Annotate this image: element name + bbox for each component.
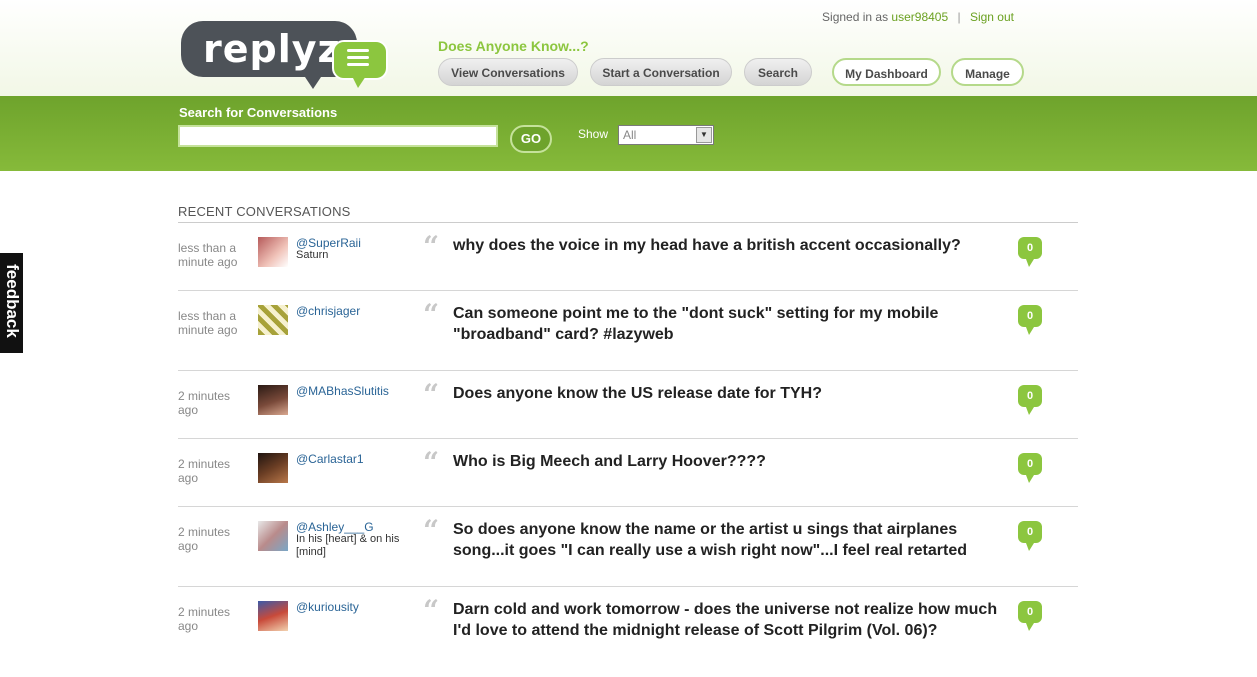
conversation-text[interactable]: So does anyone know the name or the arti… [453,519,998,561]
logo-text: replyz [203,27,341,71]
chevron-down-icon[interactable]: ▼ [696,127,712,143]
avatar[interactable] [258,385,288,415]
tagline: Does Anyone Know...? [438,38,589,54]
avatar[interactable] [258,601,288,631]
reply-count-tail [1026,475,1034,483]
avatar[interactable] [258,305,288,335]
conversation-text[interactable]: Can someone point me to the "dont suck" … [453,303,998,345]
user-link[interactable]: @chrisjager [296,304,360,318]
account-bar: Signed in as user98405 | Sign out [822,10,1014,24]
timestamp: 2 minutes ago [178,605,231,633]
site-header: replyz Signed in as user98405 | Sign out… [0,0,1257,96]
feedback-tab[interactable]: feedback [0,253,23,353]
go-button[interactable]: GO [510,125,552,153]
conversation-text[interactable]: Darn cold and work tomorrow - does the u… [453,599,998,641]
conversation-row[interactable]: 2 minutes ago @MABhasSlutitis “ Does any… [178,371,1078,439]
quote-icon: “ [423,514,440,547]
user-link[interactable]: @Carlastar1 [296,452,364,466]
logo-chat-icon-tail [352,76,366,88]
timestamp: 2 minutes ago [178,389,231,417]
show-label: Show [578,127,609,141]
conversation-row[interactable]: less than a minute ago @chrisjager “ Can… [178,291,1078,371]
reply-count-badge[interactable]: 0 [1018,521,1042,543]
user-link[interactable]: @Ashley___G [296,520,374,534]
signed-in-label: Signed in as [822,10,889,24]
conversation-text[interactable]: why does the voice in my head have a bri… [453,235,998,256]
my-dashboard-button[interactable]: My Dashboard [832,58,941,86]
search-label: Search for Conversations [179,105,338,120]
reply-count-tail [1026,623,1034,631]
conversation-row[interactable]: 2 minutes ago @Ashley___G In his [heart]… [178,507,1078,587]
timestamp: 2 minutes ago [178,457,231,485]
username-link[interactable]: user98405 [891,10,948,24]
sign-out-link[interactable]: Sign out [970,10,1014,24]
user-link[interactable]: @SuperRaii [296,236,361,250]
timestamp: less than a minute ago [178,309,238,337]
start-conversation-button[interactable]: Start a Conversation [590,58,732,86]
timestamp: 2 minutes ago [178,525,231,553]
user-location: In his [heart] & on his [mind] [296,533,400,558]
user-location: Saturn [296,249,329,261]
user-link[interactable]: @MABhasSlutitis [296,384,389,398]
section-title: RECENT CONVERSATIONS [178,204,351,219]
conversation-row[interactable]: less than a minute ago @SuperRaii Saturn… [178,223,1078,291]
reply-count-badge[interactable]: 0 [1018,237,1042,259]
separator: | [957,10,961,24]
logo-lines-icon [347,49,369,70]
quote-icon: “ [423,446,440,479]
show-select[interactable]: All ▼ [618,125,714,145]
show-select-value: All [623,128,637,142]
avatar[interactable] [258,453,288,483]
reply-count-tail [1026,543,1034,551]
view-conversations-button[interactable]: View Conversations [438,58,578,86]
reply-count-badge[interactable]: 0 [1018,453,1042,475]
reply-count-badge[interactable]: 0 [1018,601,1042,623]
timestamp: less than a minute ago [178,241,238,269]
quote-icon: “ [423,594,440,627]
reply-count-badge[interactable]: 0 [1018,385,1042,407]
avatar[interactable] [258,237,288,267]
conversation-row[interactable]: 2 minutes ago @Carlastar1 “ Who is Big M… [178,439,1078,507]
search-nav-button[interactable]: Search [744,58,812,86]
avatar[interactable] [258,521,288,551]
quote-icon: “ [423,230,440,263]
reply-count-tail [1026,259,1034,267]
replyz-logo[interactable]: replyz [181,21,388,93]
reply-count-tail [1026,327,1034,335]
reply-count-tail [1026,407,1034,415]
quote-icon: “ [423,298,440,331]
conversation-text[interactable]: Does anyone know the US release date for… [453,383,998,404]
feedback-label: feedback [3,264,22,338]
quote-icon: “ [423,378,440,411]
search-band: Search for Conversations GO Show All ▼ [0,96,1257,171]
reply-count-badge[interactable]: 0 [1018,305,1042,327]
manage-button[interactable]: Manage [951,58,1024,86]
logo-bubble-tail [301,71,325,89]
user-link[interactable]: @kuriousity [296,600,359,614]
search-input[interactable] [178,125,498,147]
conversation-text[interactable]: Who is Big Meech and Larry Hoover???? [453,451,998,472]
conversation-row[interactable]: 2 minutes ago @kuriousity “ Darn cold an… [178,587,1078,677]
